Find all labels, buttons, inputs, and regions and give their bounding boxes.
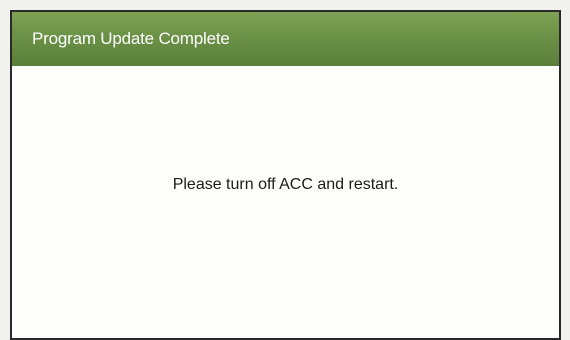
dialog-message: Please turn off ACC and restart.	[172, 176, 399, 193]
dialog-title-bar: Program Update Complete	[12, 12, 559, 66]
dialog-body: Please turn off ACC and restart.	[12, 66, 559, 338]
dialog-title: Program Update Complete	[32, 29, 230, 48]
update-dialog: Program Update Complete Please turn off …	[10, 10, 561, 340]
